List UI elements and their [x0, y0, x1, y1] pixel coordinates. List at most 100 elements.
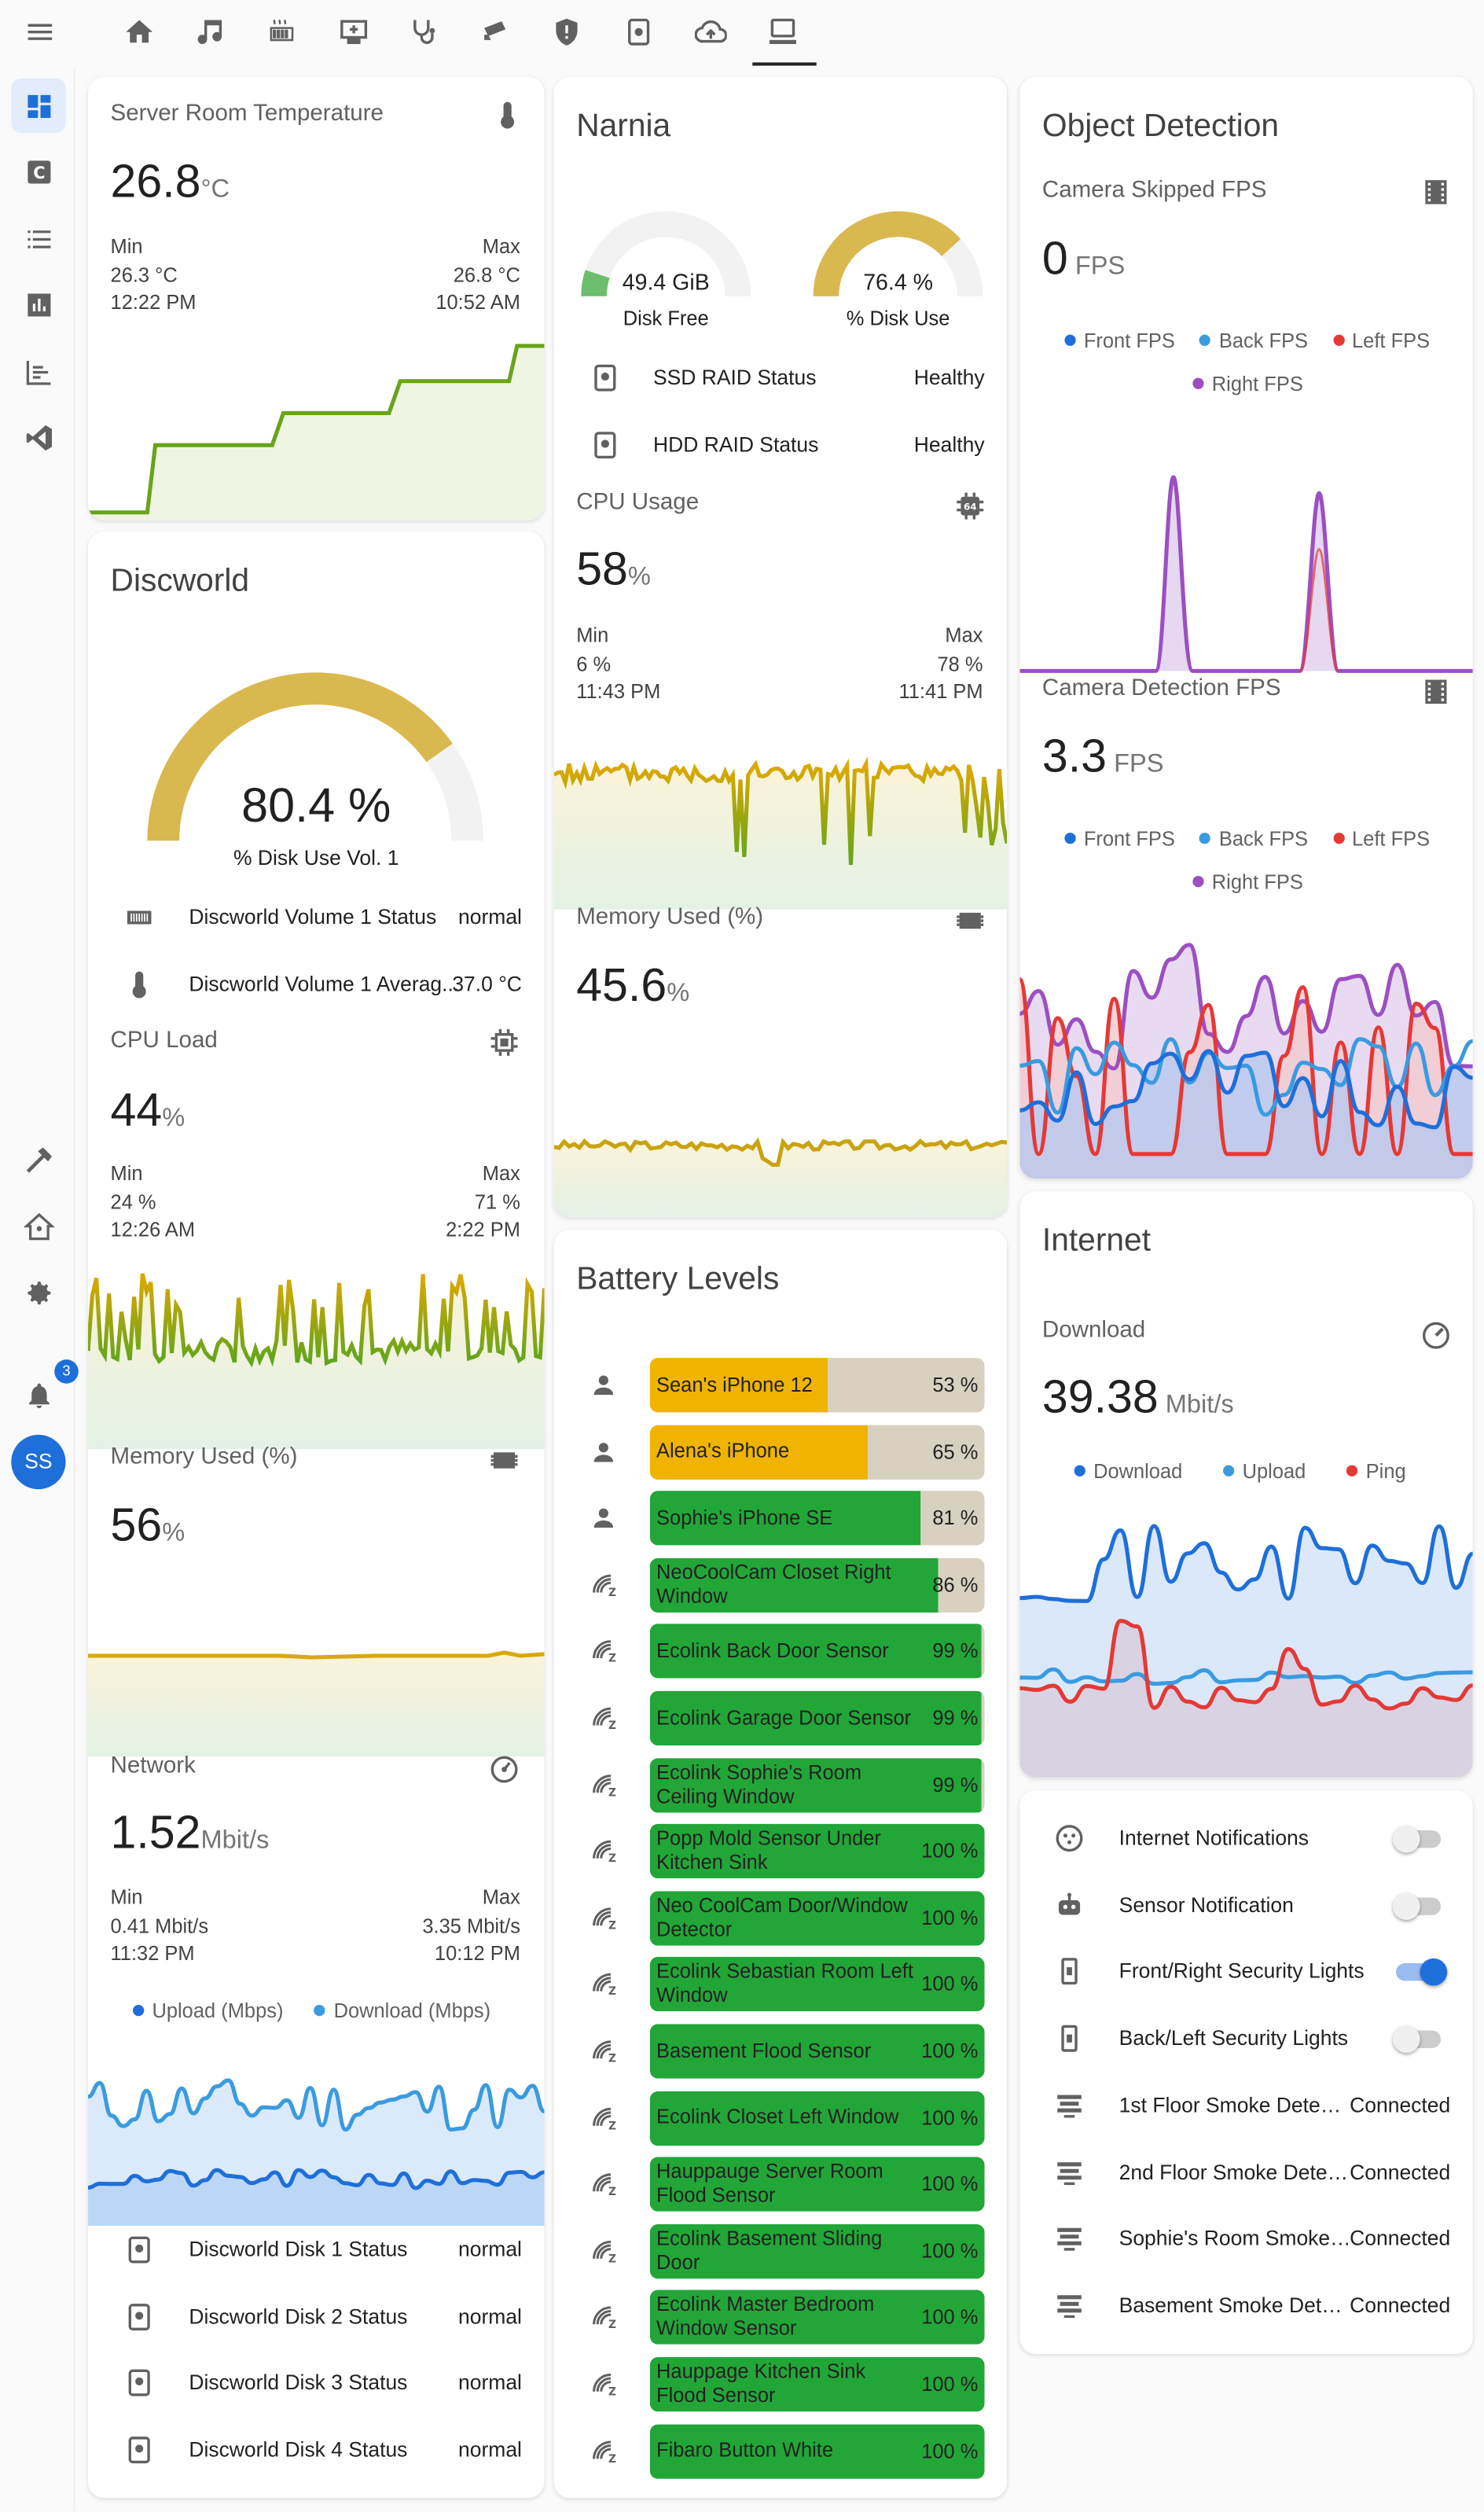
filmstrip-icon: [1420, 675, 1453, 708]
battery-value: 99 %: [932, 1773, 979, 1797]
toggle-switch[interactable]: [1393, 1958, 1448, 1986]
smoke-detector-row[interactable]: Sophie's Room Smoke ... Connected: [1019, 2210, 1472, 2267]
hammer-icon[interactable]: [11, 1132, 65, 1186]
battery-label: NeoCoolCam Closet Right Window: [656, 1561, 891, 1608]
svg-text:Z: Z: [608, 1587, 616, 1599]
top-bar: [0, 0, 1484, 68]
battery-label: Ecolink Master Bedroom Window Sensor: [656, 2293, 875, 2341]
battery-item[interactable]: Alena's iPhone 65 %: [649, 1424, 985, 1480]
disk-1-status-row[interactable]: Discworld Disk 1 Status normal: [88, 2221, 544, 2278]
battery-item[interactable]: Ecolink Sebastian Room Left Window 100 %: [649, 1957, 985, 2012]
memory-value: 45.6: [576, 961, 667, 1013]
battery-item[interactable]: Ecolink Closet Left Window 100 %: [649, 2091, 985, 2146]
disk-2-status-row[interactable]: Discworld Disk 2 Status normal: [88, 2288, 544, 2345]
memory-icon: [954, 905, 986, 937]
battery-item[interactable]: Ecolink Back Door Sensor 99 %: [649, 1624, 985, 1679]
list-icon[interactable]: [11, 211, 65, 266]
smoke-detector-row[interactable]: Basement Smoke Detec... Connected: [1019, 2277, 1472, 2334]
battery-label: Alena's iPhone: [656, 1440, 790, 1462]
detection-fps-legend: Front FPS Back FPS Left FPS Right FPS: [1064, 818, 1449, 905]
bell-icon[interactable]: 3: [11, 1359, 79, 1422]
battery-item[interactable]: Basement Flood Sensor 100 %: [649, 2024, 985, 2079]
download-unit: Mbit/s: [1165, 1391, 1234, 1419]
cpu-load-value: 44: [110, 1085, 163, 1138]
card-title: Object Detection: [1041, 108, 1280, 145]
min-value: 6 %: [576, 652, 612, 675]
toggle-row[interactable]: Sensor Notification: [1019, 1876, 1472, 1933]
shield-icon[interactable]: [549, 16, 585, 51]
person-icon: [590, 1437, 619, 1466]
disk-4-status-row[interactable]: Discworld Disk 4 Status normal: [88, 2421, 544, 2478]
battery-item[interactable]: Ecolink Master Bedroom Window Sensor 100 …: [649, 2290, 985, 2345]
smoke-detector-status: Connected: [1350, 2159, 1451, 2184]
home-icon[interactable]: [122, 16, 157, 51]
vscode-icon[interactable]: [11, 410, 65, 464]
battery-item[interactable]: Sophie's iPhone SE 81 %: [649, 1491, 985, 1546]
battery-item[interactable]: Sean's iPhone 12 53 %: [649, 1358, 985, 1413]
battery-item[interactable]: Neo CoolCam Door/Window Detector 100 %: [649, 1890, 985, 1946]
person-icon: [590, 1370, 619, 1399]
svg-text:Z: Z: [608, 2452, 616, 2465]
smoke-detector-row[interactable]: 1st Floor Smoke Detect... Connected: [1019, 2077, 1472, 2135]
battery-item[interactable]: Ecolink Garage Door Sensor 99 %: [649, 1690, 985, 1746]
card-title: Battery Levels: [576, 1261, 780, 1297]
toggle-switch[interactable]: [1392, 1892, 1447, 1920]
harddisk-icon: [590, 362, 622, 394]
toggle-row[interactable]: Internet Notifications: [1019, 1809, 1472, 1867]
radiator-icon[interactable]: [264, 16, 299, 51]
stethoscope-icon[interactable]: [406, 16, 442, 51]
download-value: 39.38: [1041, 1372, 1159, 1424]
battery-value: 65 %: [932, 1440, 979, 1463]
bar-chart-icon[interactable]: [11, 277, 65, 331]
controls-card: [1019, 1790, 1473, 2354]
c-badge-icon[interactable]: C: [11, 144, 65, 198]
battery-item[interactable]: Hauppauge Server Room Flood Sensor 100 %: [649, 2157, 985, 2212]
battery-label: Popp Mold Sensor Under Kitchen Sink: [656, 1827, 881, 1874]
server-room-temperature-card[interactable]: Server Room Temperature 26.8°C Min 26.3 …: [88, 76, 545, 520]
legend-download: Download (Mbps): [333, 1999, 491, 2023]
cloud-upload-icon[interactable]: [693, 16, 729, 51]
battery-item[interactable]: Ecolink Sophie's Room Ceiling Window 99 %: [649, 1757, 985, 1812]
home-assistant-icon[interactable]: [11, 1199, 65, 1253]
volume-status-row[interactable]: Discworld Volume 1 Status normal: [88, 888, 544, 946]
battery-value: 100 %: [921, 2173, 979, 2196]
zwave-icon: Z: [590, 2304, 619, 2333]
music-icon[interactable]: [192, 16, 227, 51]
toggle-row[interactable]: Front/Right Security Lights: [1019, 1943, 1472, 2000]
battery-value: 100 %: [921, 1840, 979, 1863]
battery-item[interactable]: NeoCoolCam Closet Right Window 86 %: [649, 1558, 985, 1613]
avatar[interactable]: SS: [11, 1434, 66, 1490]
detection-fps-value: 3.3: [1041, 731, 1107, 783]
toggle-switch[interactable]: [1392, 2025, 1447, 2053]
notification-badge: 3: [54, 1359, 79, 1384]
memory-chart: [88, 1650, 545, 1757]
server-icon[interactable]: [766, 16, 801, 51]
gear-icon[interactable]: [11, 1265, 65, 1319]
disk-3-status-row[interactable]: Discworld Disk 3 Status normal: [88, 2354, 544, 2411]
ssd-raid-status-row[interactable]: SSD RAID Status Healthy: [554, 349, 1007, 406]
battery-item[interactable]: Hauppage Kitchen Sink Flood Sensor 100 %: [649, 2357, 985, 2412]
timeline-icon[interactable]: [11, 344, 65, 399]
nas-icon[interactable]: [621, 16, 656, 51]
menu-icon[interactable]: [23, 16, 58, 51]
battery-item[interactable]: Popp Mold Sensor Under Kitchen Sink 100 %: [649, 1824, 985, 1879]
volume-temperature-row[interactable]: Discworld Volume 1 Averag... 37.0 °C: [88, 956, 544, 1013]
toggle-row[interactable]: Back/Left Security Lights: [1019, 2010, 1472, 2067]
toggle-switch[interactable]: [1392, 1825, 1447, 1853]
battery-item[interactable]: Fibaro Button White 100 %: [649, 2423, 985, 2478]
battery-item[interactable]: Ecolink Basement Sliding Door 100 %: [649, 2223, 985, 2278]
dashboard-icon[interactable]: [11, 78, 66, 134]
skipped-fps-chart: [1019, 475, 1473, 673]
gauge-label: % Disk Use Vol. 1: [233, 845, 399, 870]
svg-text:Z: Z: [608, 1786, 616, 1799]
skipped-fps-title: Camera Skipped FPS: [1041, 178, 1267, 204]
smoke-detector-icon: [1053, 2289, 1085, 2322]
legend-left: Left FPS: [1352, 827, 1431, 851]
hdd-raid-status-row[interactable]: HDD RAID Status Healthy: [554, 417, 1007, 474]
cctv-icon[interactable]: [479, 16, 514, 51]
cpu-load-chart: [88, 1273, 545, 1450]
monitor-icon[interactable]: [336, 16, 372, 51]
smoke-detector-row[interactable]: 2nd Floor Smoke Detect... Connected: [1019, 2143, 1472, 2201]
battery-value: 53 %: [932, 1374, 979, 1397]
row-value: normal: [458, 904, 522, 929]
